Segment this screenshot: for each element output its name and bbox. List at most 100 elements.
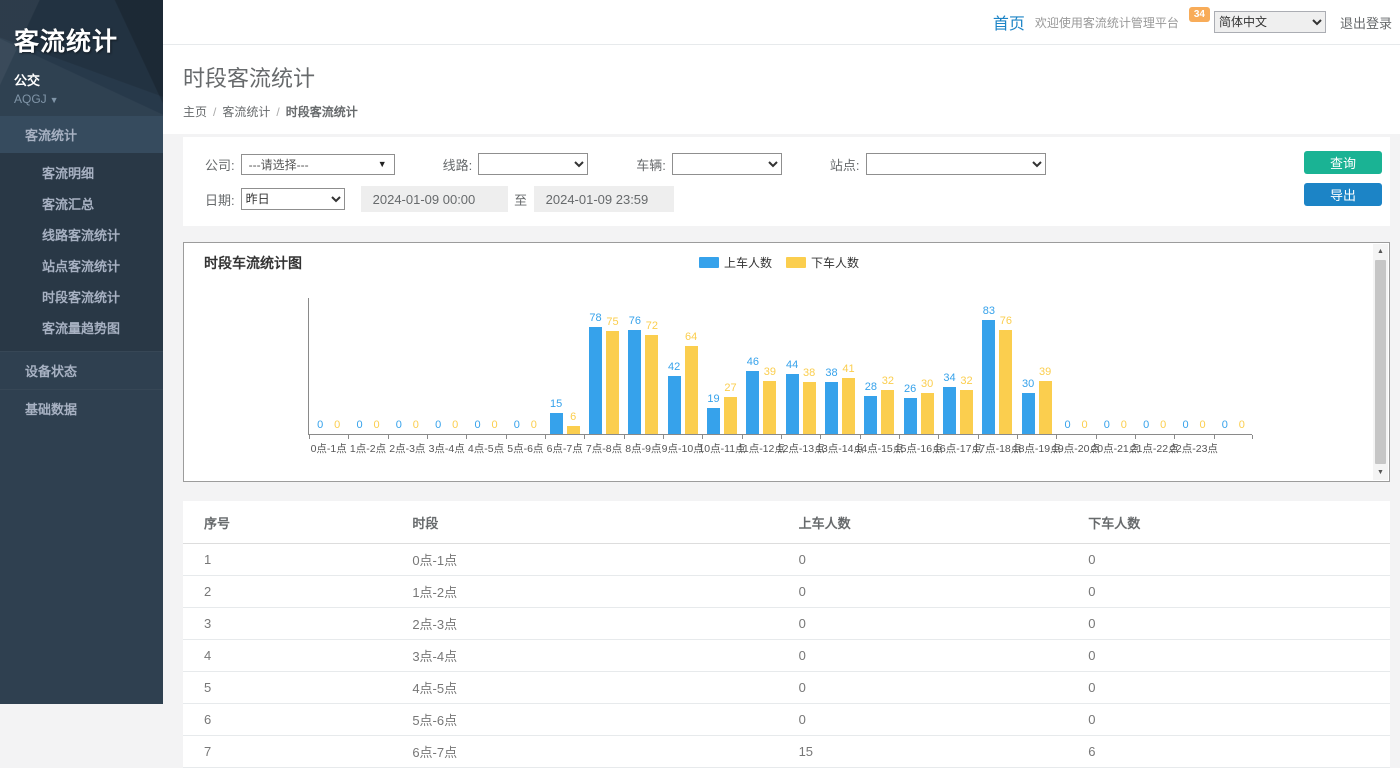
sidebar-item-base-data[interactable]: 基础数据 (0, 389, 163, 427)
table-cell: 0 (799, 576, 1089, 608)
scroll-down-icon[interactable]: ▼ (1373, 465, 1388, 480)
x-axis-tick-label: 2点-3点 (389, 441, 425, 456)
hourly-traffic-chart: 时段车流统计图 上车人数下车人数 0204060801000点-1点001点-2… (183, 242, 1390, 482)
export-button[interactable]: 导出 (1304, 183, 1382, 206)
vehicle-select[interactable] (672, 153, 782, 175)
table-cell: 1点-2点 (412, 576, 798, 608)
bar-boarding (864, 396, 877, 434)
chart-scrollbar[interactable]: ▲ ▼ (1373, 244, 1388, 480)
query-button[interactable]: 查询 (1304, 151, 1382, 174)
bar-alighting (763, 381, 776, 434)
table-cell: 6点-7点 (412, 736, 798, 768)
company-select[interactable]: ---请选择--- ▼ (241, 154, 395, 175)
table-cell: 5点-6点 (412, 704, 798, 736)
legend-item[interactable]: 上车人数 (699, 254, 772, 271)
table-cell: 0 (1088, 544, 1390, 576)
x-axis-tick-label: 6点-7点 (547, 441, 583, 456)
table-row: 21点-2点00 (183, 576, 1390, 608)
table-row: 54点-5点00 (183, 672, 1390, 704)
line-select[interactable] (478, 153, 588, 175)
bar-value-label: 27 (714, 382, 748, 394)
table-row: 10点-1点00 (183, 544, 1390, 576)
scrollbar-thumb[interactable] (1375, 260, 1386, 464)
table-cell: 0 (799, 640, 1089, 672)
table-cell: 15 (799, 736, 1089, 768)
legend-item[interactable]: 下车人数 (786, 254, 859, 271)
filter-panel: 公司: ---请选择--- ▼ 线路: 车辆: 站点: 日期: 昨日 2024-… (183, 137, 1390, 226)
bar-value-label: 39 (1028, 366, 1062, 378)
sidebar-subitem[interactable]: 客流明细 (0, 157, 163, 188)
sidebar-subitem[interactable]: 时段客流统计 (0, 281, 163, 312)
vehicle-label: 车辆: (636, 155, 666, 174)
bar-boarding (943, 387, 956, 434)
sidebar-item-passenger-stats[interactable]: 客流统计 (0, 116, 163, 153)
home-link[interactable]: 首页 (993, 10, 1025, 34)
breadcrumb-current: 时段客流统计 (286, 105, 358, 119)
bar-value-label: 15 (539, 398, 573, 410)
table-row: 65点-6点00 (183, 704, 1390, 736)
sidebar-subitem[interactable]: 客流量趋势图 (0, 312, 163, 343)
sidebar-profile-panel: 客流统计 公交 AQGJ▼ (0, 0, 163, 116)
sidebar: 客流统计 公交 AQGJ▼ 客流统计 客流明细客流汇总线路客流统计站点客流统计时… (0, 0, 163, 704)
bar-value-label: 76 (989, 315, 1023, 327)
date-to-label: 至 (508, 186, 534, 212)
legend-swatch (786, 257, 806, 268)
x-axis-tick-label: 0点-1点 (311, 441, 347, 456)
table-column-header: 上车人数 (799, 501, 1089, 544)
x-axis-tick-label: 1点-2点 (350, 441, 386, 456)
bar-value-label: 72 (635, 320, 669, 332)
sidebar-subitem[interactable]: 站点客流统计 (0, 250, 163, 281)
bar-alighting (606, 331, 619, 434)
sidebar-item-device-status[interactable]: 设备状态 (0, 351, 163, 389)
bar-alighting (881, 390, 894, 434)
station-select[interactable] (866, 153, 1046, 175)
table-cell: 2点-3点 (412, 608, 798, 640)
table-column-header: 下车人数 (1088, 501, 1390, 544)
table-cell: 0 (799, 704, 1089, 736)
table-cell: 3 (183, 608, 412, 640)
company-label: 公司: (205, 155, 235, 174)
bar-boarding (746, 371, 759, 434)
table-cell: 0 (1088, 672, 1390, 704)
table-column-header: 序号 (183, 501, 412, 544)
bar-boarding (825, 382, 838, 434)
table-cell: 4 (183, 640, 412, 672)
chart-legend: 上车人数下车人数 (184, 254, 1374, 271)
table-cell: 0 (799, 544, 1089, 576)
scroll-up-icon[interactable]: ▲ (1373, 244, 1388, 259)
x-axis-tick-label: 5点-6点 (507, 441, 543, 456)
table-cell: 6 (183, 704, 412, 736)
hourly-table: 序号时段上车人数下车人数 10点-1点0021点-2点0032点-3点0043点… (183, 501, 1390, 768)
org-code-dropdown[interactable]: AQGJ▼ (14, 92, 163, 106)
chart-plot-area: 0204060801000点-1点001点-2点002点-3点003点-4点00… (308, 298, 1258, 463)
bar-value-label: 0 (1225, 419, 1258, 431)
sidebar-submenu: 客流明细客流汇总线路客流统计站点客流统计时段客流统计客流量趋势图 (0, 153, 163, 351)
breadcrumb-home[interactable]: 主页 (183, 105, 207, 119)
caret-down-icon: ▼ (50, 95, 59, 105)
table-row: 76点-7点156 (183, 736, 1390, 768)
x-axis-tick-label: 3点-4点 (429, 441, 465, 456)
bar-value-label: 32 (950, 375, 984, 387)
logout-link[interactable]: 退出登录 (1340, 13, 1392, 32)
bar-value-label: 41 (832, 363, 866, 375)
bar-value-label: 0 (517, 419, 551, 431)
notification-badge: 34 (1189, 7, 1210, 22)
bar-alighting (685, 346, 698, 434)
language-select[interactable]: 简体中文 (1214, 11, 1326, 33)
x-axis-tick-label: 22点-23点 (1170, 441, 1218, 456)
table-cell: 4点-5点 (412, 672, 798, 704)
breadcrumb-section[interactable]: 客流统计 (222, 105, 270, 119)
table-column-header: 时段 (412, 501, 798, 544)
date-to-input[interactable]: 2024-01-09 23:59 (534, 186, 674, 212)
main-area: 首页 欢迎使用客流统计管理平台 34 简体中文 退出登录 时段客流统计 主页/客… (163, 0, 1400, 704)
bar-alighting (567, 426, 580, 434)
date-preset-select[interactable]: 昨日 (241, 188, 345, 210)
table-cell: 0点-1点 (412, 544, 798, 576)
date-from-input[interactable]: 2024-01-09 00:00 (361, 186, 508, 212)
sidebar-subitem[interactable]: 客流汇总 (0, 188, 163, 219)
bar-boarding (786, 374, 799, 434)
table-cell: 0 (1088, 640, 1390, 672)
sidebar-subitem[interactable]: 线路客流统计 (0, 219, 163, 250)
table-body: 10点-1点0021点-2点0032点-3点0043点-4点0054点-5点00… (183, 544, 1390, 768)
table-row: 32点-3点00 (183, 608, 1390, 640)
